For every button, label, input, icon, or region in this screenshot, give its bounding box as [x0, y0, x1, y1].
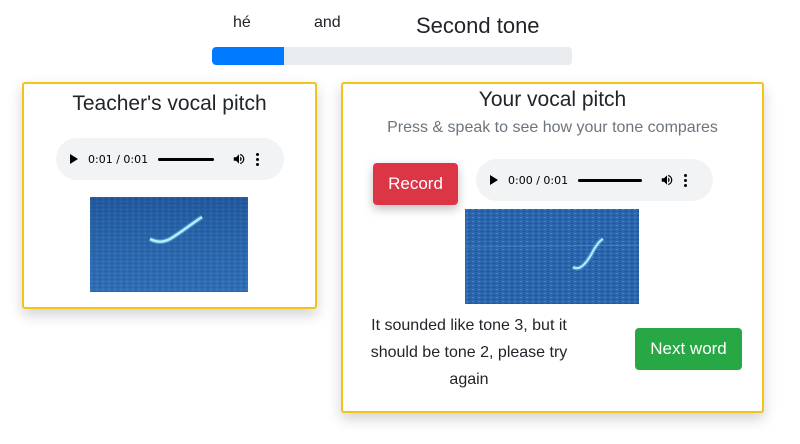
teacher-audio-player[interactable]: 0:01 / 0:01 [56, 138, 284, 180]
more-options-icon[interactable] [684, 173, 688, 187]
tone-feedback-text: It sounded like tone 3, but it should be… [370, 317, 568, 388]
volume-icon[interactable] [660, 173, 674, 187]
student-seek-fill [578, 178, 643, 182]
volume-icon[interactable] [232, 152, 246, 166]
next-word-button[interactable]: Next word [635, 328, 742, 370]
student-audio-seekbar[interactable] [578, 178, 643, 182]
teacher-spectrogram-image [90, 197, 248, 292]
lesson-progress-fill [212, 47, 284, 65]
word-pinyin: hé [233, 14, 251, 31]
teacher-audio-seekbar[interactable] [158, 157, 215, 161]
lesson-progress-bar [212, 47, 572, 65]
record-button[interactable]: Record [373, 163, 458, 205]
more-options-icon[interactable] [256, 152, 260, 166]
teacher-seek-fill [158, 157, 215, 161]
student-audio-player[interactable]: 0:00 / 0:01 [476, 159, 713, 201]
student-audio-time: 0:00 / 0:01 [508, 173, 569, 187]
tone-title: Second tone [416, 13, 540, 38]
play-icon[interactable] [490, 175, 498, 185]
play-icon[interactable] [70, 154, 78, 164]
teacher-card-title: Teacher's vocal pitch [72, 92, 267, 115]
teacher-pitch-card: Teacher's vocal pitch 0:01 / 0:01 [22, 82, 317, 309]
student-card-title: Your vocal pitch [478, 88, 627, 111]
student-card-subtitle: Press & speak to see how your tone compa… [387, 119, 718, 136]
student-spectrogram-image [465, 209, 639, 304]
teacher-audio-time: 0:01 / 0:01 [88, 152, 149, 166]
word-translation: and [314, 14, 341, 31]
